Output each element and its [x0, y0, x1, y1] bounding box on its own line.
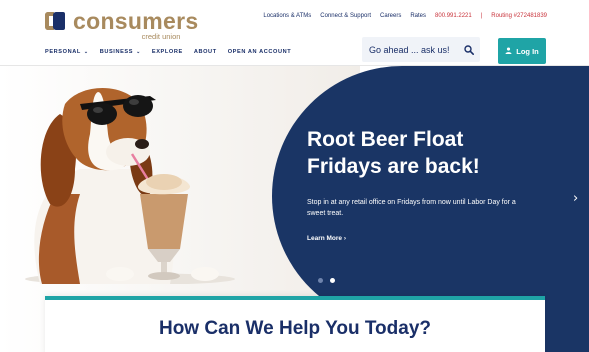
util-link-locations[interactable]: Locations & ATMs — [263, 13, 311, 19]
nav-item-business[interactable]: BUSINESS ⌄ — [100, 49, 141, 55]
util-link-rates[interactable]: Rates — [410, 13, 426, 19]
nav-item-open-account[interactable]: OPEN AN ACCOUNT — [228, 49, 292, 55]
search-icon[interactable] — [458, 44, 480, 55]
site-header: consumers credit union Locations & ATMs … — [0, 0, 589, 66]
nav-item-personal[interactable]: PERSONAL ⌄ — [45, 49, 89, 55]
phone-link[interactable]: 800.991.2221 — [435, 13, 472, 19]
search-box[interactable]: Go ahead ... ask us! — [362, 37, 480, 62]
learn-more-link[interactable]: Learn More › — [307, 235, 346, 242]
nav-label-personal: PERSONAL — [45, 49, 81, 55]
routing-number: Routing #272481839 — [491, 13, 547, 19]
main-nav: PERSONAL ⌄ BUSINESS ⌄ EXPLORE ABOUT OPEN A… — [45, 49, 291, 55]
help-title: How Can We Help You Today? — [158, 318, 431, 339]
nav-item-explore[interactable]: EXPLORE — [152, 49, 183, 55]
logo-tagline: credit union — [141, 32, 181, 41]
logo-mark-icon — [45, 12, 69, 32]
search-input[interactable]: Go ahead ... ask us! — [362, 45, 458, 55]
carousel-next-icon[interactable]: › — [573, 191, 578, 206]
carousel-dot-2[interactable] — [330, 278, 335, 283]
carousel-dots — [318, 278, 335, 283]
util-separator: | — [480, 13, 483, 19]
hero-description: Stop in at any retail office on Fridays … — [307, 199, 516, 217]
util-link-careers[interactable]: Careers — [380, 13, 401, 19]
login-label: Log In — [516, 46, 539, 56]
hero-title-line1: Root Beer Float — [307, 128, 464, 151]
dog-with-float-illustration — [25, 87, 235, 284]
login-button[interactable]: Log In — [498, 38, 546, 64]
logo-wordmark: consumers — [73, 8, 199, 34]
nav-item-about[interactable]: ABOUT — [194, 49, 217, 55]
chevron-down-icon: ⌄ — [136, 49, 141, 55]
hero-blue-panel-edge — [540, 296, 589, 352]
chevron-right-icon: › — [343, 235, 347, 242]
learn-more-label: Learn More — [307, 235, 343, 242]
hero-title-line2: Fridays are back! — [307, 155, 480, 179]
util-link-support[interactable]: Connect & Support — [320, 13, 371, 19]
utility-nav: Locations & ATMs Connect & Support Caree… — [263, 13, 547, 19]
carousel-dot-1[interactable] — [318, 278, 323, 283]
consumers-logo[interactable]: consumers credit union — [45, 8, 199, 41]
user-icon — [505, 46, 512, 56]
help-section-card: How Can We Help You Today? — [45, 296, 545, 352]
chevron-down-icon: ⌄ — [83, 49, 89, 55]
hero-blue-panel — [272, 66, 589, 326]
nav-label-business: BUSINESS — [99, 49, 134, 55]
hero-title: Root Beer Float Fridays are back! — [307, 126, 547, 181]
